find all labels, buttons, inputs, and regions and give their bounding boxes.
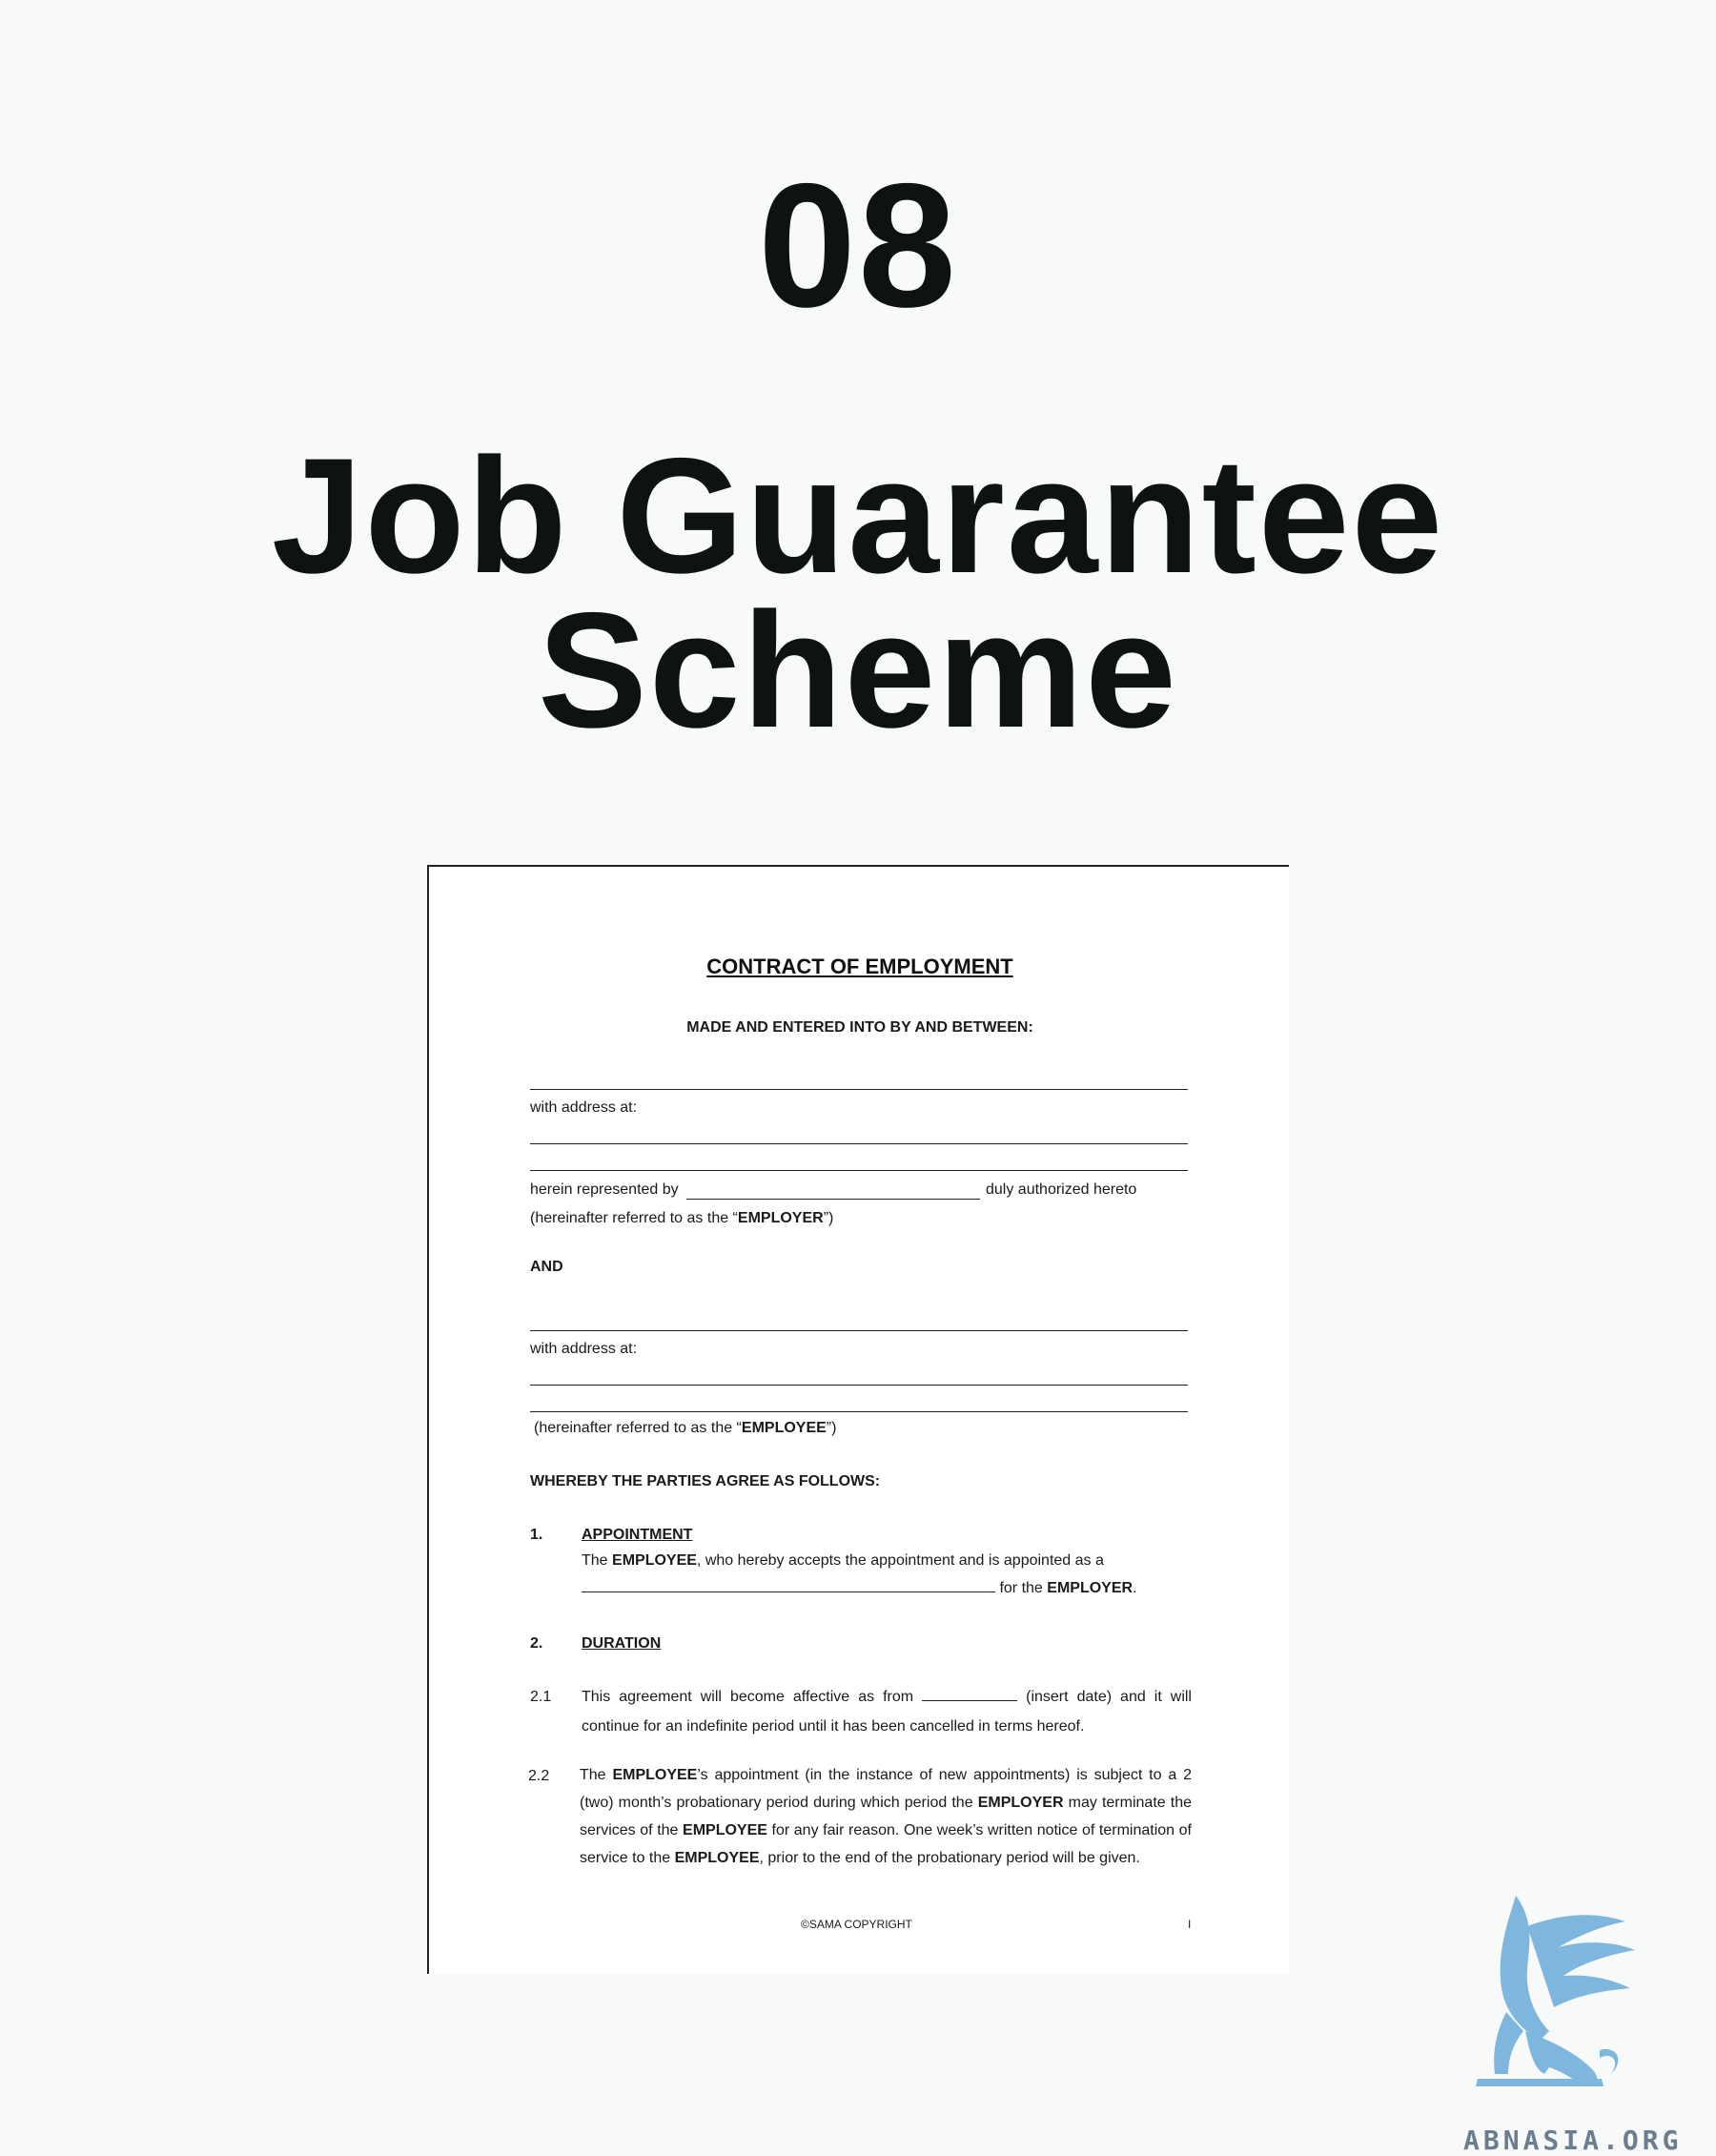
and-label: AND <box>530 1259 563 1275</box>
s1-text-d: . <box>1133 1580 1137 1596</box>
title-line-1: Job Guarantee <box>271 424 1445 607</box>
employee-word: EMPLOYEE <box>741 1420 827 1436</box>
s1-employee: EMPLOYEE <box>612 1552 697 1569</box>
s22-e: , prior to the end of the probationary p… <box>759 1850 1140 1866</box>
section-2-number: 2. <box>530 1635 543 1652</box>
employee-ref-pre: (hereinafter referred to as the “ <box>534 1420 742 1436</box>
s1-employer: EMPLOYER <box>1047 1580 1134 1596</box>
s1-text-b: , who hereby accepts the appointment and… <box>696 1552 1104 1569</box>
employer-address-line-2 <box>530 1170 1188 1171</box>
s22-employee-3: EMPLOYEE <box>674 1850 760 1866</box>
employer-ref-post: ”) <box>823 1210 834 1226</box>
employee-address-label: with address at: <box>530 1341 638 1357</box>
representative-line <box>686 1199 980 1200</box>
section-2-1-number: 2.1 <box>530 1689 552 1705</box>
copyright-footer: ©SAMA COPYRIGHT <box>801 1918 912 1931</box>
herein-represented-label: herein represented by <box>530 1181 679 1198</box>
employee-name-line <box>530 1330 1188 1331</box>
employee-address-line-1 <box>530 1385 1188 1386</box>
section-1-title: APPOINTMENT <box>582 1527 693 1543</box>
date-blank <box>922 1700 1018 1701</box>
employee-address-line-2 <box>530 1411 1188 1412</box>
contract-title: CONTRACT OF EMPLOYMENT <box>706 955 1013 978</box>
section-2-2-text: The EMPLOYEE’s appointment (in the insta… <box>580 1761 1192 1872</box>
s1-text-a: The <box>582 1552 613 1569</box>
s22-employer: EMPLOYER <box>977 1795 1064 1811</box>
employer-reference: (hereinafter referred to as the “EMPLOYE… <box>530 1210 833 1227</box>
s22-a: The <box>580 1767 613 1783</box>
s1-text-c: for the <box>999 1580 1048 1596</box>
employee-ref-post: ”) <box>826 1420 837 1436</box>
section-number: 08 <box>758 148 958 344</box>
section-1-text: The EMPLOYEE, who hereby accepts the app… <box>582 1547 1167 1602</box>
employer-word: EMPLOYER <box>737 1210 824 1226</box>
employer-ref-pre: (hereinafter referred to as the “ <box>530 1210 738 1226</box>
s22-employee-2: EMPLOYEE <box>683 1822 767 1838</box>
s22-employee-1: EMPLOYEE <box>612 1767 698 1783</box>
watermark-text: ABNASIA.ORG <box>1463 2125 1683 2156</box>
s21-text-a: This agreement will become affective as … <box>582 1689 914 1705</box>
page-title: Job Guarantee Scheme <box>0 424 1716 762</box>
employer-name-line <box>530 1089 1188 1090</box>
section-1-number: 1. <box>530 1527 543 1543</box>
contract-document: CONTRACT OF EMPLOYMENT MADE AND ENTERED … <box>427 865 1289 1974</box>
section-2-1-text: This agreement will become affective as … <box>582 1682 1192 1741</box>
employee-reference: (hereinafter referred to as the “EMPLOYE… <box>534 1420 836 1437</box>
whereby-heading: WHEREBY THE PARTIES AGREE AS FOLLOWS: <box>530 1473 881 1489</box>
section-2-title: DURATION <box>582 1635 662 1652</box>
duly-authorized-label: duly authorized hereto <box>986 1181 1137 1198</box>
section-2-2-number: 2.2 <box>528 1768 550 1784</box>
employer-address-line-1 <box>530 1143 1188 1144</box>
position-blank <box>582 1591 995 1592</box>
made-heading: MADE AND ENTERED INTO BY AND BETWEEN: <box>686 1019 1033 1036</box>
page-number: I <box>1188 1918 1192 1931</box>
title-line-2: Scheme <box>538 579 1178 762</box>
griffin-logo-icon <box>1476 1896 1635 2086</box>
employer-address-label: with address at: <box>530 1099 638 1116</box>
